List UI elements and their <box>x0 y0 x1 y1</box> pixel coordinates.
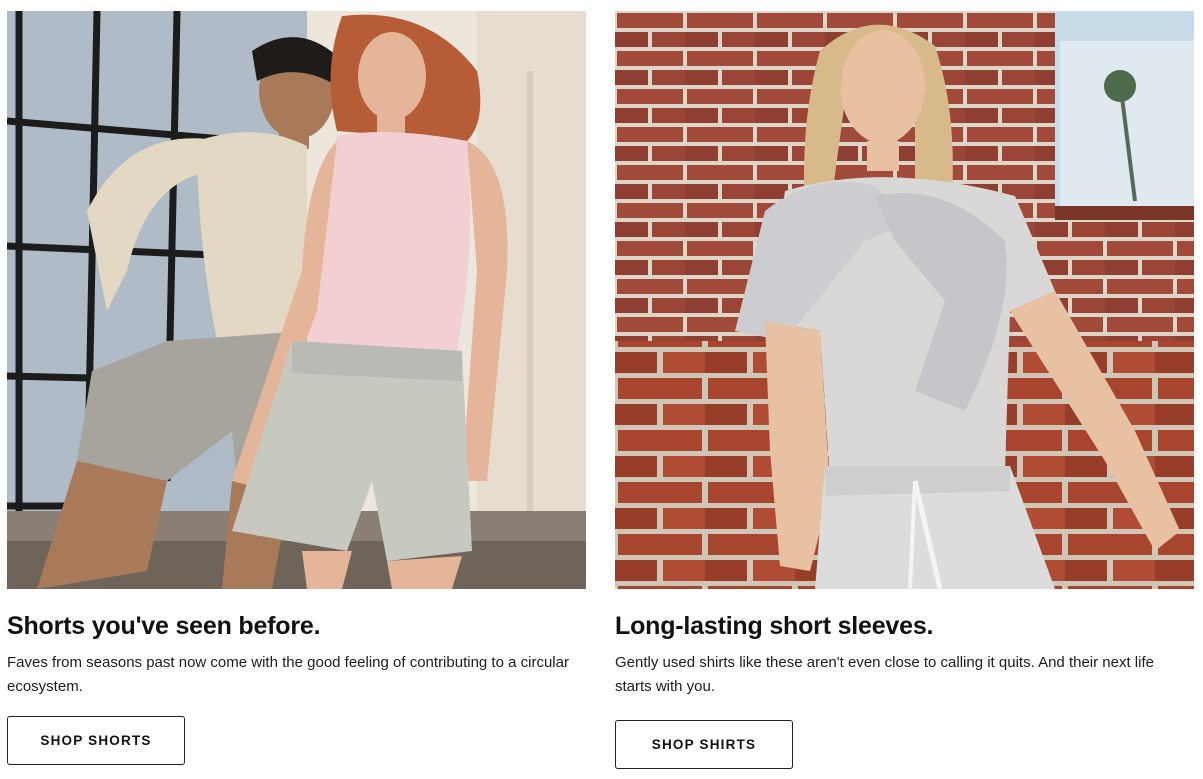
card-title: Shorts you've seen before. <box>7 612 321 640</box>
promo-card-shorts: Shorts you've seen before. Faves from se… <box>7 11 586 765</box>
card-description: Gently used shirts like these aren't eve… <box>615 654 1154 695</box>
shop-shirts-button[interactable]: SHOP SHIRTS <box>615 720 793 769</box>
shirts-promo-image[interactable] <box>615 11 1194 589</box>
card-title: Long-lasting short sleeves. <box>615 612 934 640</box>
promo-card-shirts: Long-lasting short sleeves. Gently used … <box>615 11 1194 769</box>
card-description: Faves from seasons past now come with th… <box>7 654 569 695</box>
shop-shorts-button[interactable]: SHOP SHORTS <box>7 716 185 765</box>
shorts-promo-image[interactable] <box>7 11 586 589</box>
